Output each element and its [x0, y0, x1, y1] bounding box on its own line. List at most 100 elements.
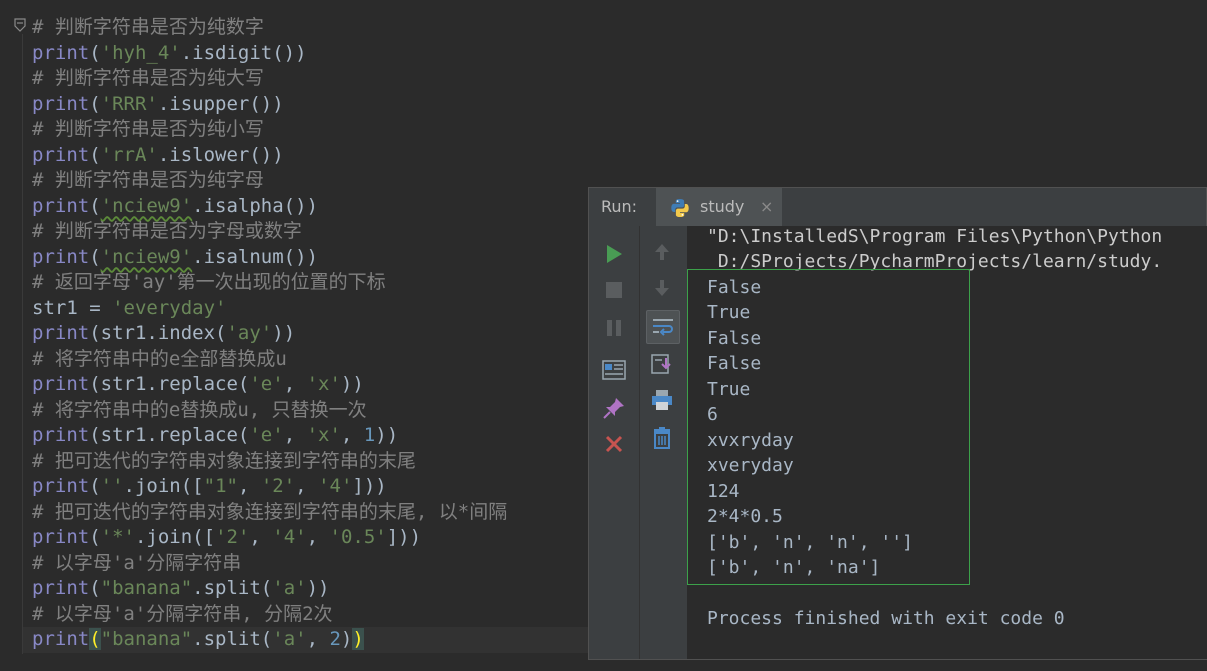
code-line[interactable]: # 以字母'a'分隔字符串 [32, 551, 241, 576]
down-stack-button[interactable] [648, 274, 676, 302]
tab-study[interactable]: study × [656, 188, 782, 226]
code-text: ( [89, 194, 101, 217]
code-text: ( [89, 475, 101, 497]
code-line[interactable]: print('*'.join(['2', '4', '0.5'])) [32, 525, 421, 550]
clear-all-button[interactable] [648, 424, 676, 452]
code-line[interactable]: # 将字符串中的e替换成u, 只替换一次 [32, 398, 367, 423]
code-line[interactable]: # 判断字符串是否为纯小写 [32, 117, 264, 142]
output-line: xveryday [707, 455, 794, 476]
code-number: 1 [363, 424, 376, 446]
code-line[interactable]: print(''.join(["1", '2', '4'])) [32, 474, 387, 499]
code-line[interactable]: print(str1.index('ay')) [32, 321, 295, 346]
trash-icon [654, 427, 670, 449]
code-line[interactable]: print('nciew9'.isalpha()) [32, 194, 318, 219]
code-line[interactable]: str1 = 'everyday' [32, 296, 226, 321]
code-comment: # 判断字符串是否为纯小写 [32, 118, 264, 140]
output-line: False [707, 277, 762, 298]
code-comment: # 以字母'a'分隔字符串 [32, 551, 242, 574]
rerun-button[interactable] [600, 240, 628, 268]
code-text: ( [89, 41, 101, 64]
code-string: '4' [318, 475, 353, 497]
run-toolbar [589, 226, 687, 659]
code-text: (str1.index( [89, 322, 227, 344]
code-text: )) [306, 577, 330, 599]
code-keyword: print [32, 424, 90, 446]
code-text: , [306, 526, 330, 548]
code-string: 'nciew9' [100, 194, 193, 217]
code-string: 'x' [306, 373, 341, 395]
code-string: "banana" [100, 577, 193, 599]
code-text: .isalnum()) [192, 245, 319, 268]
code-line[interactable]: print('rrA'.islower()) [32, 143, 284, 168]
code-line[interactable]: # 判断字符串是否为纯大写 [32, 66, 264, 91]
fold-icon[interactable] [14, 18, 26, 32]
scroll-to-end-button[interactable] [648, 350, 676, 378]
code-line[interactable]: # 判断字符串是否为字母或数字 [32, 219, 302, 244]
pause-button[interactable] [600, 314, 628, 342]
code-line[interactable]: print("banana".split('a', 2)) [32, 627, 364, 652]
code-string: 'rrA' [100, 143, 158, 166]
code-text: str1 = [32, 296, 113, 319]
code-line[interactable]: # 以字母'a'分隔字符串, 分隔2次 [32, 602, 333, 627]
output-line: ['b', 'n', 'n', ''] [707, 532, 913, 553]
code-line[interactable]: print(str1.replace('e', 'x', 1)) [32, 423, 398, 448]
code-string: 'e' [249, 424, 284, 446]
code-text: ( [89, 526, 101, 548]
code-line[interactable]: # 将字符串中的e全部替换成u [32, 347, 287, 372]
code-string: '4' [272, 526, 307, 548]
code-line[interactable]: print("banana".split('a')) [32, 576, 329, 601]
close-button[interactable] [600, 430, 628, 458]
code-text: , [237, 475, 261, 497]
code-comment: # 返回字母'ay'第一次出现的位置的下标 [32, 271, 386, 293]
code-text: , [340, 424, 364, 446]
code-string: '' [100, 475, 124, 497]
code-string: 'hyh_4' [100, 41, 181, 64]
soft-wrap-button[interactable] [646, 310, 680, 344]
code-string: "banana" [100, 628, 193, 650]
output-line: False [707, 328, 762, 349]
print-button[interactable] [648, 386, 676, 414]
code-string: '*' [100, 526, 135, 548]
code-text: .join([ [134, 526, 216, 548]
code-line[interactable]: # 返回字母'ay'第一次出现的位置的下标 [32, 270, 386, 295]
code-line[interactable]: # 判断字符串是否为纯字母 [32, 168, 264, 193]
layout-button[interactable] [600, 356, 628, 384]
code-line[interactable]: print('nciew9'.isalnum()) [32, 245, 318, 270]
code-keyword: print [32, 577, 90, 599]
code-string: "1" [203, 475, 238, 497]
run-header: Run: study × [589, 188, 1206, 227]
matched-bracket: ) [352, 628, 364, 650]
code-text: , [283, 373, 307, 395]
code-text: ( [89, 92, 101, 115]
code-string: 'a' [272, 577, 307, 599]
code-keyword: print [32, 475, 90, 497]
code-line[interactable]: # 把可迭代的字符串对象连接到字符串的末尾, 以*间隔 [32, 500, 507, 525]
gutter-divider [22, 34, 23, 654]
tab-label: study [700, 197, 745, 216]
code-line[interactable]: # 把可迭代的字符串对象连接到字符串的末尾 [32, 449, 416, 474]
up-stack-button[interactable] [648, 238, 676, 266]
stop-button[interactable] [600, 276, 628, 304]
code-keyword: print [32, 41, 90, 64]
code-line[interactable]: print(str1.replace('e', 'x')) [32, 372, 364, 397]
close-icon [605, 435, 623, 453]
pause-icon [607, 320, 621, 336]
code-keyword: print [32, 194, 90, 217]
python-icon [671, 199, 689, 217]
code-comment: # 判断字符串是否为字母或数字 [32, 220, 302, 242]
console-output[interactable]: "D:\InstalledS\Program Files\Python\Pyth… [687, 226, 1207, 659]
close-icon[interactable]: × [760, 197, 773, 216]
code-line[interactable]: # 判断字符串是否为纯数字 [32, 15, 264, 40]
code-text: .split( [192, 577, 273, 599]
matched-bracket: ( [89, 628, 101, 650]
code-text: )) [340, 373, 364, 395]
code-text: )) [375, 424, 399, 446]
code-number: 2 [329, 628, 341, 650]
pin-button[interactable] [600, 394, 628, 422]
up-arrow-icon [655, 244, 669, 260]
code-text: ])) [386, 526, 422, 548]
code-line[interactable]: print('RRR'.isupper()) [32, 92, 284, 117]
code-text: , [306, 628, 330, 650]
code-comment: # 把可迭代的字符串对象连接到字符串的末尾 [32, 449, 416, 472]
code-line[interactable]: print('hyh_4'.isdigit()) [32, 41, 307, 66]
